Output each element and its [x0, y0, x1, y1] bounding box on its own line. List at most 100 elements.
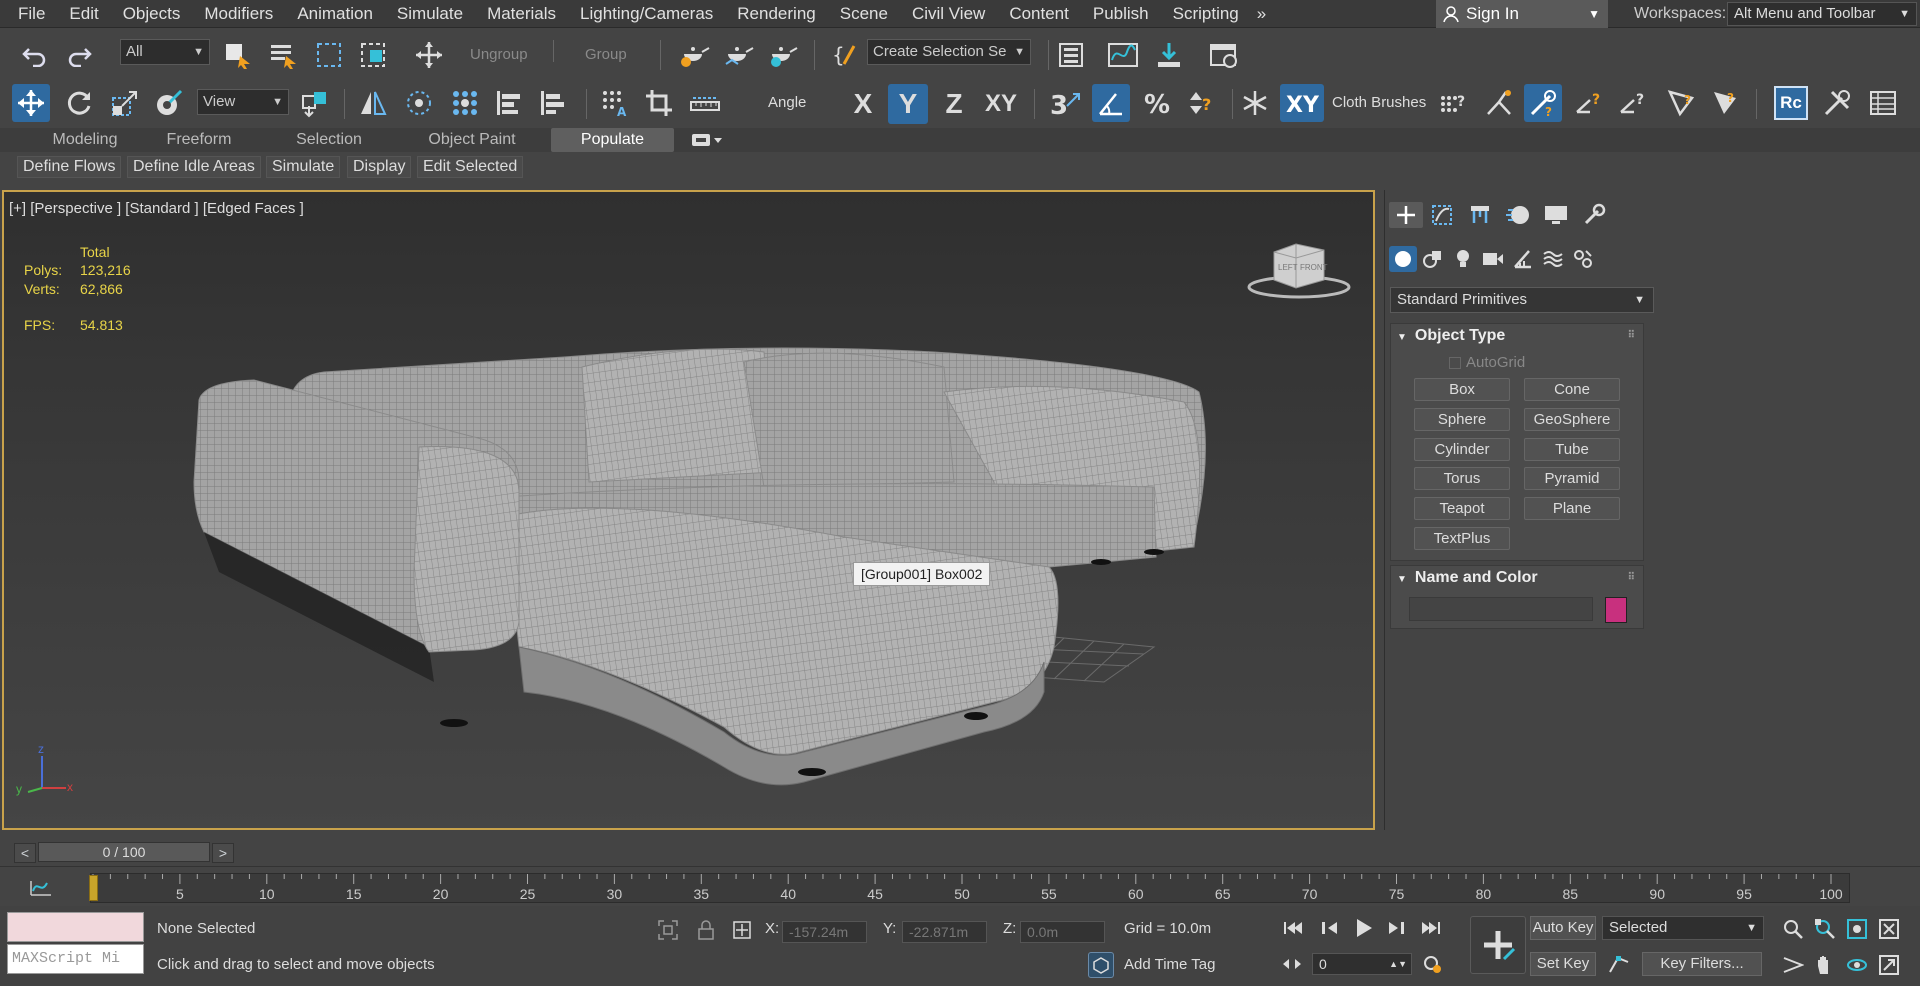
- snap-toggle-icon[interactable]: A: [596, 84, 634, 122]
- auto-key-button[interactable]: Auto Key: [1530, 916, 1596, 940]
- menu-scripting[interactable]: Scripting: [1161, 0, 1251, 28]
- set-key-big-icon[interactable]: [1470, 916, 1526, 974]
- cloth-brushes-label[interactable]: Cloth Brushes: [1332, 94, 1426, 111]
- crop-icon[interactable]: [640, 84, 678, 122]
- display-tab-icon[interactable]: [1539, 202, 1573, 228]
- time-configuration-icon[interactable]: [1420, 952, 1444, 976]
- tube-button[interactable]: Tube: [1524, 438, 1620, 461]
- named-selection-select[interactable]: Create Selection Se ▼: [867, 39, 1031, 65]
- timeline-track[interactable]: 0510152025303540455055606570758085909510…: [89, 873, 1850, 903]
- align-icon[interactable]: [400, 84, 438, 122]
- lock-selection-icon[interactable]: [694, 918, 718, 942]
- previous-key-icon[interactable]: [1318, 916, 1344, 940]
- time-slider-thumb[interactable]: 0 / 100: [38, 842, 210, 862]
- rectangular-selection-icon[interactable]: [310, 36, 348, 74]
- motion-tab-icon[interactable]: [1501, 202, 1535, 228]
- cylinder-button[interactable]: Cylinder: [1414, 438, 1510, 461]
- viewcube-front-face[interactable]: FRONT: [1300, 263, 1328, 272]
- set-key-button[interactable]: Set Key: [1530, 952, 1596, 976]
- snaps-3d-icon[interactable]: 3: [1046, 84, 1084, 122]
- mirror-icon[interactable]: [354, 84, 392, 122]
- brush-pinch-icon[interactable]: [1480, 84, 1518, 122]
- render-teapot-icon[interactable]: [720, 36, 758, 74]
- key-filters-button[interactable]: Key Filters...: [1642, 952, 1762, 976]
- render-setup-icon[interactable]: [1205, 36, 1243, 74]
- tab-freeform[interactable]: Freeform: [146, 128, 252, 152]
- box-button[interactable]: Box: [1414, 378, 1510, 401]
- brush-grid-icon[interactable]: ?: [1434, 84, 1472, 122]
- viewcube-left-face[interactable]: LEFT: [1278, 263, 1298, 272]
- angle-snap-icon[interactable]: [1092, 84, 1130, 122]
- place-icon[interactable]: [150, 84, 188, 122]
- time-config-arrows-icon[interactable]: [1280, 952, 1304, 976]
- sphere-button[interactable]: Sphere: [1414, 408, 1510, 431]
- object-color-swatch[interactable]: [1605, 597, 1627, 623]
- array-icon[interactable]: [446, 84, 484, 122]
- geometry-category-icon[interactable]: [1389, 246, 1417, 272]
- define-flows-button[interactable]: Define Flows: [17, 156, 122, 178]
- teapot-button[interactable]: Teapot: [1414, 497, 1510, 520]
- play-icon[interactable]: [1350, 914, 1378, 942]
- previous-frame-button[interactable]: <: [14, 843, 36, 863]
- cameras-category-icon[interactable]: [1479, 246, 1507, 272]
- move-gizmo-icon[interactable]: [410, 36, 448, 74]
- y-coord-input[interactable]: -22.871m: [902, 921, 987, 943]
- field-of-view-icon[interactable]: [1780, 952, 1806, 978]
- torus-button[interactable]: Torus: [1414, 467, 1510, 490]
- next-key-icon[interactable]: [1382, 916, 1408, 940]
- helpers-category-icon[interactable]: [1509, 246, 1537, 272]
- menu-overflow[interactable]: »: [1251, 0, 1272, 28]
- brush-pull-icon[interactable]: ?: [1706, 84, 1744, 122]
- systems-category-icon[interactable]: [1569, 246, 1597, 272]
- autogrid-checkbox[interactable]: [1449, 356, 1461, 369]
- time-tag-icon[interactable]: [1088, 952, 1114, 978]
- layer-explorer-icon[interactable]: [1052, 36, 1090, 74]
- menu-modifiers[interactable]: Modifiers: [192, 0, 285, 28]
- geosphere-button[interactable]: GeoSphere: [1524, 408, 1620, 431]
- menu-animation[interactable]: Animation: [285, 0, 385, 28]
- ribbon-options-icon[interactable]: [690, 130, 724, 150]
- curve-editor-toggle-icon[interactable]: [28, 875, 54, 899]
- brush-relax-icon[interactable]: ?: [1662, 84, 1700, 122]
- next-frame-button[interactable]: >: [212, 843, 234, 863]
- render-frame-icon[interactable]: [764, 36, 802, 74]
- menu-civil-view[interactable]: Civil View: [900, 0, 997, 28]
- menu-objects[interactable]: Objects: [111, 0, 193, 28]
- align-left-icon[interactable]: [490, 84, 528, 122]
- name-and-color-header[interactable]: ▼ Name and Color ⠿: [1391, 566, 1643, 590]
- brush-smooth-icon[interactable]: ?: [1570, 84, 1608, 122]
- axis-y-button[interactable]: Y: [888, 84, 928, 124]
- pan-hand-icon[interactable]: [1812, 952, 1838, 978]
- primitive-category-select[interactable]: Standard Primitives ▼: [1390, 287, 1654, 313]
- menu-materials[interactable]: Materials: [475, 0, 568, 28]
- object-name-input[interactable]: [1409, 597, 1593, 621]
- freeze-icon[interactable]: [1236, 84, 1274, 122]
- workspace-select[interactable]: Alt Menu and Toolbar ▼: [1727, 2, 1917, 26]
- go-to-end-icon[interactable]: [1418, 916, 1444, 940]
- menu-file[interactable]: File: [6, 0, 57, 28]
- current-frame-marker[interactable]: [89, 875, 98, 901]
- shapes-category-icon[interactable]: [1419, 246, 1447, 272]
- simulate-button[interactable]: Simulate: [266, 156, 341, 178]
- add-time-tag-label[interactable]: Add Time Tag: [1124, 956, 1215, 973]
- spinner-icon[interactable]: ▲▼: [1389, 954, 1407, 974]
- tab-modeling[interactable]: Modeling: [30, 128, 140, 152]
- zoom-all-icon[interactable]: [1812, 916, 1838, 942]
- key-tangent-icon[interactable]: [1606, 952, 1632, 976]
- axis-x-button[interactable]: X: [843, 84, 883, 124]
- orbit-icon[interactable]: [1844, 952, 1870, 978]
- xy-constraint-icon[interactable]: XY: [1280, 84, 1324, 122]
- space-warps-category-icon[interactable]: [1539, 246, 1567, 272]
- maxscript-mini-listener[interactable]: MAXScript Mi: [7, 944, 144, 974]
- select-and-move-icon[interactable]: [12, 84, 50, 122]
- spinner-snap-icon[interactable]: ?: [1182, 84, 1220, 122]
- tab-selection[interactable]: Selection: [266, 128, 392, 152]
- key-mode-select[interactable]: Selected ▼: [1602, 916, 1764, 940]
- utilities-tab-icon[interactable]: [1577, 202, 1611, 228]
- percent-snap-icon[interactable]: %: [1138, 84, 1176, 122]
- window-crossing-icon[interactable]: [354, 36, 392, 74]
- maxscript-listener-output[interactable]: [7, 912, 144, 942]
- axis-z-button[interactable]: Z: [934, 84, 974, 124]
- rotate-icon[interactable]: [60, 84, 98, 122]
- pivot-center-icon[interactable]: [296, 84, 334, 122]
